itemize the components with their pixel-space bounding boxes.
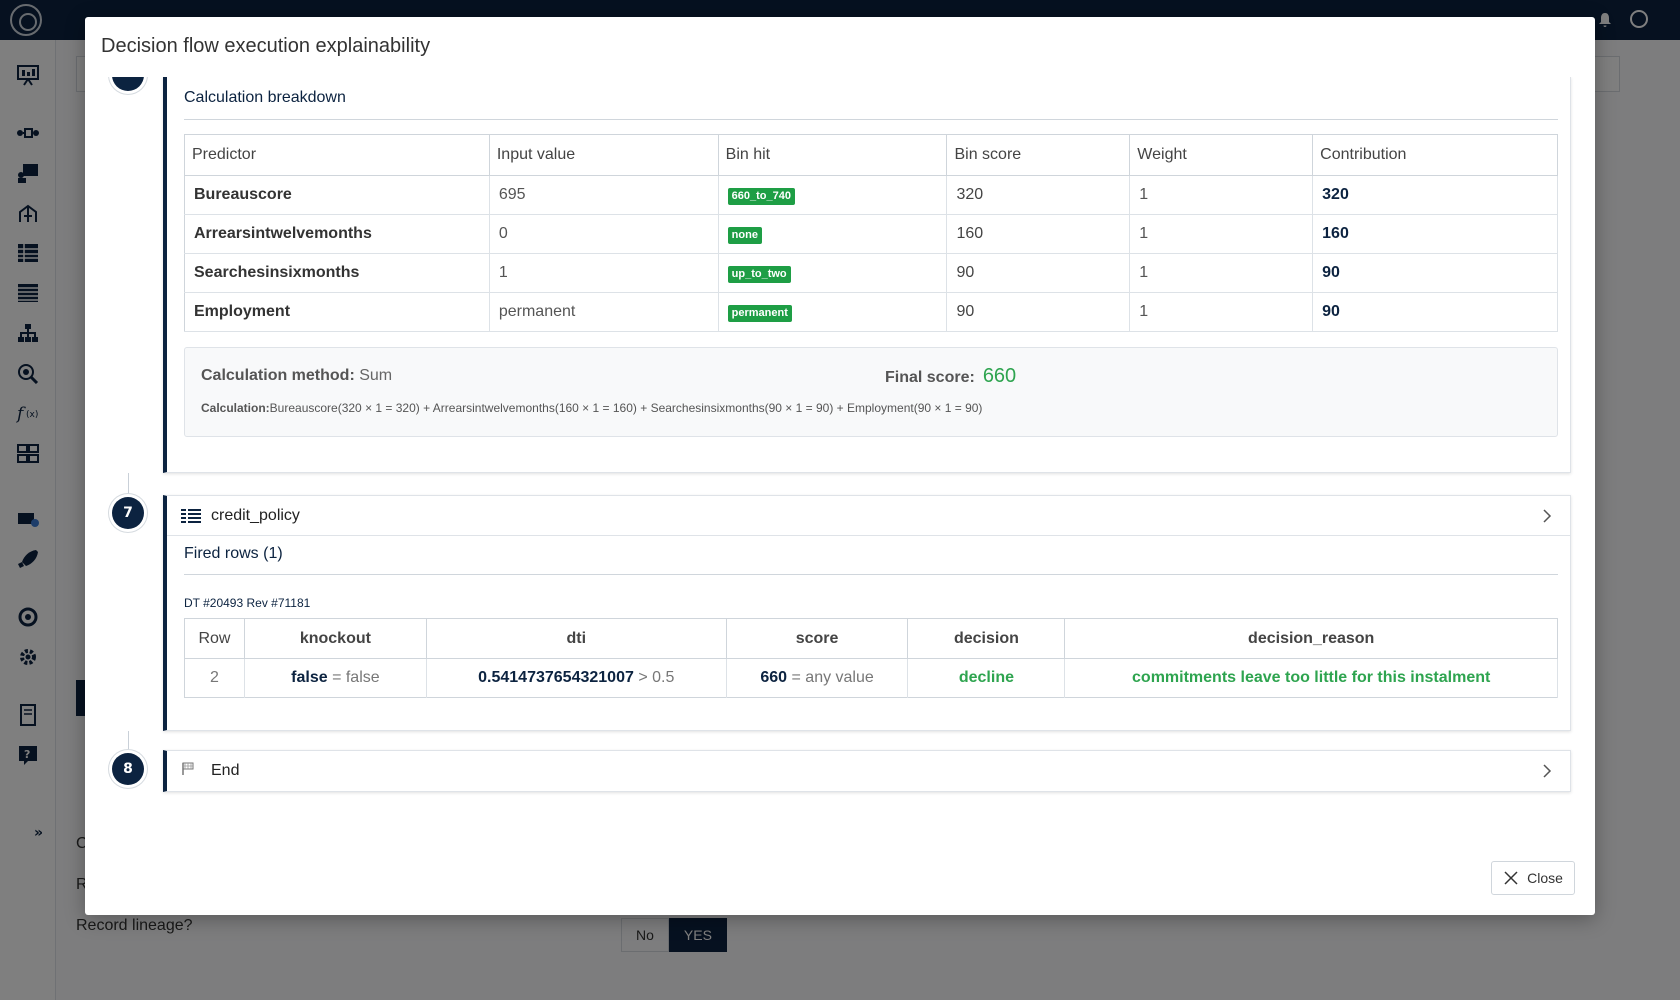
bin-badge: 660_to_740 — [727, 187, 795, 205]
weight-cell: 1 — [1129, 292, 1314, 332]
column-header-input-value: Input value — [489, 134, 719, 176]
weight-cell: 1 — [1129, 175, 1314, 215]
table-row: Searchesinsixmonths 1 up_to_two 90 1 90 — [184, 253, 1558, 293]
row-number-cell: 2 — [184, 658, 245, 698]
weight-cell: 1 — [1129, 214, 1314, 254]
bin-hit-cell: permanent — [718, 292, 948, 332]
table-row: Employment permanent permanent 90 1 90 — [184, 292, 1558, 332]
weight-cell: 1 — [1129, 253, 1314, 293]
bin-badge: permanent — [727, 304, 792, 322]
input-value-cell: permanent — [489, 292, 719, 332]
bin-score-cell: 320 — [946, 175, 1131, 215]
predictor-cell: Bureauscore — [184, 175, 490, 215]
predictor-cell: Employment — [184, 292, 490, 332]
column-header-decision-reason: decision_reason — [1064, 618, 1558, 659]
column-header-decision: decision — [907, 618, 1066, 659]
calculation-method: Calculation method: Sum — [201, 367, 392, 385]
column-header-contribution: Contribution — [1312, 134, 1558, 176]
column-header-predictor: Predictor — [184, 134, 490, 176]
bin-score-cell: 90 — [946, 292, 1131, 332]
bin-score-cell: 90 — [946, 253, 1131, 293]
column-header-bin-score: Bin score — [946, 134, 1131, 176]
score-value: 660 — [760, 669, 788, 686]
column-header-dti: dti — [426, 618, 727, 659]
bin-hit-cell: 660_to_740 — [718, 175, 948, 215]
decision-table-icon — [181, 508, 201, 524]
score-cell: 660 = any value — [726, 658, 909, 698]
end-step-header[interactable]: End — [167, 751, 1571, 791]
input-value-cell: 1 — [489, 253, 719, 293]
close-button-label: Close — [1527, 870, 1563, 886]
input-value-cell: 0 — [489, 214, 719, 254]
close-icon — [1504, 871, 1518, 885]
predictor-cell: Arrearsintwelvemonths — [184, 214, 490, 254]
scorecard-step-card: Calculation breakdown Predictor Input va… — [163, 77, 1571, 473]
calculation-formula-label: Calculation: — [201, 401, 270, 415]
fired-rows-title: Fired rows (1) — [184, 545, 283, 562]
bin-badge: up_to_two — [727, 265, 791, 283]
step-connector — [128, 731, 129, 753]
modal-title: Decision flow execution explainability — [101, 35, 431, 57]
bin-hit-cell: none — [718, 214, 948, 254]
step-connector — [128, 473, 129, 497]
calculation-formula: Calculation:Bureauscore(320 × 1 = 320) +… — [201, 401, 982, 415]
explainability-modal: Decision flow execution explainability C… — [85, 17, 1595, 915]
step-badge-7: 7 — [112, 497, 144, 529]
final-score-value: 660 — [982, 365, 1017, 387]
fired-rows-table: Row knockout dti score decision decision… — [184, 618, 1558, 698]
contribution-cell: 90 — [1312, 292, 1558, 332]
calculation-breakdown-title: Calculation breakdown — [184, 89, 346, 106]
table-header-row: Row knockout dti score decision decision… — [184, 618, 1558, 659]
credit-policy-step-card: credit_policy Fired rows (1) DT #20493 R… — [163, 495, 1571, 731]
dti-condition: > 0.5 — [638, 669, 675, 686]
bin-hit-cell: up_to_two — [718, 253, 948, 293]
contribution-cell: 320 — [1312, 175, 1558, 215]
input-value-cell: 695 — [489, 175, 719, 215]
flag-icon — [181, 761, 195, 777]
decision-cell: decline — [907, 658, 1066, 698]
bin-score-cell: 160 — [946, 214, 1131, 254]
chevron-right-icon[interactable] — [1541, 763, 1553, 779]
predictor-cell: Searchesinsixmonths — [184, 253, 490, 293]
contribution-cell: 160 — [1312, 214, 1558, 254]
final-score-label: Final score: — [885, 369, 975, 386]
calculation-breakdown-table: Predictor Input value Bin hit Bin score … — [184, 134, 1558, 332]
step-badge-8: 8 — [112, 753, 144, 785]
column-header-weight: Weight — [1129, 134, 1314, 176]
decision-reason-cell: commitments leave too little for this in… — [1064, 658, 1558, 698]
column-header-bin-hit: Bin hit — [718, 134, 948, 176]
table-row: Bureauscore 695 660_to_740 320 1 320 — [184, 175, 1558, 215]
credit-policy-header[interactable]: credit_policy — [167, 496, 1571, 536]
knockout-value: false — [291, 669, 328, 686]
close-button[interactable]: Close — [1491, 861, 1575, 895]
column-header-score: score — [726, 618, 909, 659]
table-row: Arrearsintwelvemonths 0 none 160 1 160 — [184, 214, 1558, 254]
column-header-row: Row — [184, 618, 245, 659]
table-row: 2 false = false 0.5414737654321007 > 0.5… — [184, 658, 1558, 698]
chevron-right-icon[interactable] — [1541, 508, 1553, 524]
calculation-formula-text: Bureauscore(320 × 1 = 320) + Arrearsintw… — [269, 401, 983, 415]
bin-badge: none — [727, 226, 762, 244]
contribution-cell: 90 — [1312, 253, 1558, 293]
column-header-knockout: knockout — [244, 618, 427, 659]
section-divider — [184, 574, 1558, 575]
table-header-row: Predictor Input value Bin hit Bin score … — [184, 134, 1558, 176]
modal-body: Calculation breakdown Predictor Input va… — [85, 77, 1595, 821]
dti-cell: 0.5414737654321007 > 0.5 — [426, 658, 727, 698]
end-step-card: End — [163, 750, 1571, 792]
decision-table-reference: DT #20493 Rev #71181 — [184, 596, 311, 610]
knockout-cell: false = false — [244, 658, 427, 698]
score-condition: = any value — [791, 669, 874, 686]
calculation-method-value: Sum — [359, 367, 393, 384]
step-badge-previous — [112, 77, 144, 91]
knockout-condition: = false — [332, 669, 380, 686]
end-step-title: End — [211, 762, 240, 779]
credit-policy-title: credit_policy — [211, 507, 300, 524]
calculation-summary-box: Calculation method: Sum Final score: 660… — [184, 347, 1558, 437]
dti-value: 0.5414737654321007 — [478, 669, 634, 686]
section-divider — [184, 119, 1558, 120]
calculation-method-label: Calculation method: — [201, 367, 355, 384]
final-score: Final score: 660 — [885, 365, 1016, 388]
